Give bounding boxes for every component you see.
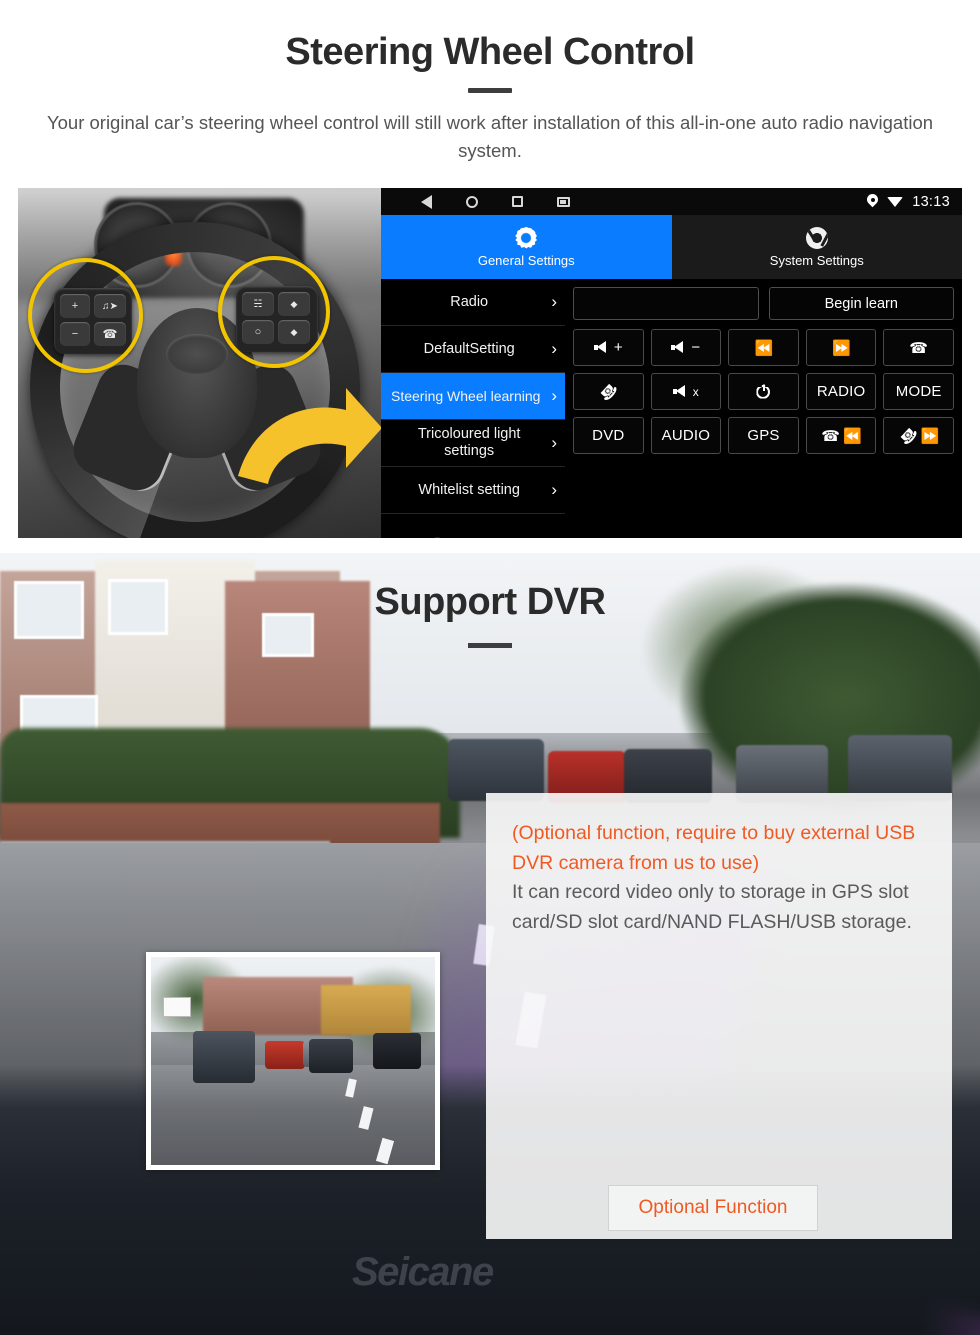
dvr-optional-note: (Optional function, require to buy exter…	[512, 822, 916, 874]
page-title: Steering Wheel Control	[285, 31, 695, 73]
key-phone-next[interactable]: ☎ ⏩	[883, 417, 954, 454]
tab-system-settings[interactable]: System Settings	[671, 215, 962, 279]
volume-down-icon	[671, 341, 686, 354]
product-feature-page: Steering Wheel Control Your original car…	[0, 0, 980, 1335]
android-status-bar: 13:13	[381, 188, 962, 215]
steering-wheel-demo-row: + − ♫➤ ☎ ☵ ○ ◆ ◆ 13:13 General Settings …	[18, 188, 962, 538]
settings-tab-bar: General Settings System Settings	[381, 215, 962, 279]
menu-item-tricoloured-light-settings-label: Tricoloured light settings	[417, 426, 521, 459]
key-volume-up[interactable]: +	[573, 329, 644, 366]
key-volume-down[interactable]: −	[650, 329, 722, 366]
dvr-footage-thumbnail	[146, 952, 440, 1170]
menu-item-radio-label: Radio	[450, 293, 489, 310]
screenshot-nav-icon[interactable]	[557, 196, 570, 207]
yellow-arrow-icon	[238, 388, 381, 484]
car-parked	[848, 735, 952, 801]
next-track-icon: ⏩	[832, 339, 851, 357]
learn-controls-row: Begin learn	[573, 287, 954, 320]
tab-system-settings-label: System Settings	[769, 252, 864, 268]
key-phone-previous[interactable]: ☎ ⏪	[805, 417, 877, 454]
android-head-unit-screen: 13:13 General Settings System Settings R…	[381, 188, 962, 538]
previous-track-icon: ⏪	[754, 339, 774, 357]
key-previous-track[interactable]: ⏪	[728, 329, 799, 366]
thumb-road-sign	[163, 997, 191, 1017]
learn-key-input[interactable]	[573, 287, 759, 320]
steering-wheel-section-header: Steering Wheel Control Your original car…	[0, 0, 980, 164]
wifi-icon	[887, 196, 904, 208]
chevron-right-icon: ›	[551, 480, 557, 499]
previous-track-icon: ⏪	[843, 427, 862, 445]
chrome-icon	[805, 226, 828, 249]
chevron-right-icon: ›	[551, 433, 557, 452]
phone-answer-icon: ☎	[821, 427, 841, 445]
menu-item-steering-wheel-learning-label: Steering Wheel learning	[391, 387, 541, 404]
dvr-info-card: (Optional function, require to buy exter…	[486, 793, 980, 1335]
dvr-storage-note: It can record video only to storage in G…	[512, 881, 912, 933]
key-radio[interactable]: RADIO	[805, 373, 877, 410]
steering-key-grid: + − ⏪ ⏩ ☎ ☎ x RADIO MODE DVD AUDIO GPS ☎…	[573, 329, 954, 454]
status-clock: 13:13	[912, 193, 950, 210]
dvr-info-text: (Optional function, require to buy exter…	[486, 793, 952, 938]
thumb-car	[309, 1039, 353, 1073]
mute-icon	[672, 385, 688, 398]
dvr-footage-image	[151, 957, 435, 1165]
key-gps[interactable]: GPS	[728, 417, 799, 454]
recents-nav-icon[interactable]	[512, 196, 523, 207]
chevron-right-icon: ›	[551, 386, 557, 405]
key-audio[interactable]: AUDIO	[650, 417, 722, 454]
location-icon	[867, 194, 878, 209]
title-divider	[468, 87, 512, 93]
key-phone-answer[interactable]: ☎	[883, 329, 954, 366]
home-nav-icon[interactable]	[466, 195, 478, 208]
settings-body: Radio › DefaultSetting › Steering Wheel …	[381, 279, 962, 538]
car-parked	[448, 739, 544, 801]
steering-wheel-photo: + − ♫➤ ☎ ☵ ○ ◆ ◆	[18, 188, 381, 538]
menu-item-tricoloured-light-settings[interactable]: Tricoloured light settings ›	[381, 420, 565, 467]
begin-learn-button[interactable]: Begin learn	[768, 287, 954, 320]
key-next-track[interactable]: ⏩	[805, 329, 877, 366]
thumb-car	[193, 1031, 255, 1083]
key-dvd[interactable]: DVD	[573, 417, 644, 454]
page-subtitle: Your original car’s steering wheel contr…	[46, 111, 934, 161]
key-mode[interactable]: MODE	[883, 373, 954, 410]
key-phone-hangup[interactable]: ☎	[573, 373, 644, 410]
key-mute[interactable]: x	[650, 373, 722, 410]
tab-general-settings[interactable]: General Settings	[381, 215, 672, 279]
thumb-car	[265, 1041, 305, 1069]
section-title-divider	[468, 643, 512, 648]
volume-up-icon	[593, 341, 609, 354]
menu-item-steering-wheel-learning[interactable]: Steering Wheel learning ›	[381, 373, 565, 420]
support-dvr-section: Support DVR (Optional function, require …	[0, 553, 980, 1335]
right-highlight-circle	[218, 256, 330, 368]
chevron-right-icon: ›	[551, 292, 557, 311]
steering-wheel-learning-pane: Begin learn + − ⏪ ⏩ ☎ ☎ x RADIO MODE DVD…	[565, 279, 962, 538]
tab-general-settings-label: General Settings	[477, 252, 575, 268]
phone-hangup-icon: ☎	[595, 378, 621, 404]
phone-answer-icon: ☎	[909, 339, 929, 357]
airbag-emblem	[166, 334, 228, 374]
settings-menu-list: Radio › DefaultSetting › Steering Wheel …	[381, 279, 565, 538]
gear-icon	[515, 227, 537, 249]
key-power[interactable]	[728, 373, 799, 410]
menu-item-whitelist-setting[interactable]: Whitelist setting ›	[381, 467, 565, 514]
next-track-icon: ⏩	[920, 427, 940, 445]
back-nav-icon[interactable]	[421, 194, 432, 209]
phone-hangup-icon: ☎	[895, 422, 921, 448]
left-highlight-circle	[28, 258, 143, 373]
thumb-building	[321, 985, 411, 1035]
chevron-right-icon: ›	[551, 339, 557, 358]
thumb-car	[373, 1033, 421, 1069]
optional-function-button[interactable]: Optional Function	[608, 1185, 818, 1231]
android-nav-buttons[interactable]	[381, 194, 570, 209]
section-title-support-dvr: Support DVR	[374, 581, 606, 623]
menu-item-default-setting[interactable]: DefaultSetting ›	[381, 326, 565, 373]
power-icon	[756, 384, 771, 399]
status-indicators: 13:13	[867, 194, 950, 210]
menu-item-default-setting-label: DefaultSetting	[423, 340, 515, 357]
menu-item-whitelist-setting-label: Whitelist setting	[418, 481, 520, 498]
menu-item-radio[interactable]: Radio ›	[381, 279, 565, 326]
